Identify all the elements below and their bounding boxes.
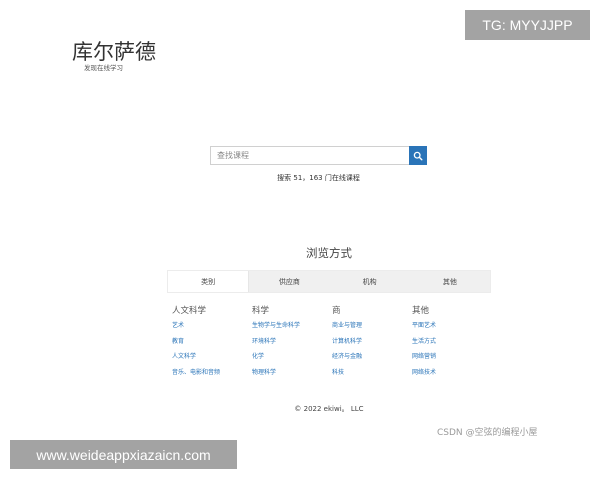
logo-title: 库尔萨德 bbox=[72, 40, 156, 64]
category-link[interactable]: 教育 bbox=[172, 338, 252, 354]
category-link[interactable]: 科技 bbox=[332, 369, 412, 385]
category-link[interactable]: 商业与管理 bbox=[332, 322, 412, 338]
category-link[interactable]: 生活方式 bbox=[412, 338, 492, 354]
category-link[interactable]: 网络营销 bbox=[412, 353, 492, 369]
url-watermark: www.weideappxiazaicn.com bbox=[10, 440, 237, 469]
tab-categories[interactable]: 类别 bbox=[168, 271, 250, 292]
category-link[interactable]: 经济与金融 bbox=[332, 353, 412, 369]
category-link[interactable]: 生物学与生命科学 bbox=[252, 322, 332, 338]
category-column-business: 商 商业与管理 计算机科学 经济与金融 科技 bbox=[332, 305, 412, 384]
search-icon bbox=[413, 151, 423, 161]
logo-subtitle: 发现在线学习 bbox=[84, 64, 123, 72]
search-button[interactable] bbox=[409, 146, 427, 165]
csdn-watermark: CSDN @空弦的编程小屋 bbox=[437, 428, 538, 438]
category-heading: 科学 bbox=[252, 306, 270, 316]
category-link[interactable]: 环境科学 bbox=[252, 338, 332, 354]
category-column-science: 科学 生物学与生命科学 环境科学 化学 物理科学 bbox=[252, 305, 332, 384]
category-columns: 人文科学 艺术 教育 人文科学 音乐、电影和音频 科学 生物学与生命科学 环境科… bbox=[172, 305, 492, 384]
category-link[interactable]: 艺术 bbox=[172, 322, 252, 338]
category-link[interactable]: 平面艺术 bbox=[412, 322, 492, 338]
category-column-humanities: 人文科学 艺术 教育 人文科学 音乐、电影和音频 bbox=[172, 305, 252, 384]
category-link[interactable]: 化学 bbox=[252, 353, 332, 369]
category-link[interactable]: 音乐、电影和音频 bbox=[172, 369, 252, 385]
search-input[interactable] bbox=[210, 146, 409, 165]
category-heading: 其他 bbox=[412, 306, 430, 316]
category-link[interactable]: 物理科学 bbox=[252, 369, 332, 385]
browse-tabs: 类别 供应商 机构 其他 bbox=[167, 270, 491, 293]
tab-institutions[interactable]: 机构 bbox=[330, 271, 410, 292]
category-link[interactable]: 计算机科学 bbox=[332, 338, 412, 354]
tab-providers[interactable]: 供应商 bbox=[249, 271, 329, 292]
category-heading: 商 bbox=[332, 306, 341, 316]
footer-copyright: © 2022 ekiwi。 LLC bbox=[294, 405, 364, 413]
tab-other[interactable]: 其他 bbox=[410, 271, 490, 292]
category-heading: 人文科学 bbox=[172, 306, 207, 316]
category-link[interactable]: 人文科学 bbox=[172, 353, 252, 369]
tg-watermark: TG: MYYJJPP bbox=[465, 10, 590, 40]
category-column-other: 其他 平面艺术 生活方式 网络营销 网络技术 bbox=[412, 305, 492, 384]
course-count-text: 搜索 51，163 门在线课程 bbox=[277, 174, 360, 182]
browse-heading: 浏览方式 bbox=[306, 246, 352, 260]
category-link[interactable]: 网络技术 bbox=[412, 369, 492, 385]
search-bar bbox=[210, 146, 427, 165]
site-logo[interactable]: 库尔萨德 发现在线学习 bbox=[72, 40, 156, 72]
